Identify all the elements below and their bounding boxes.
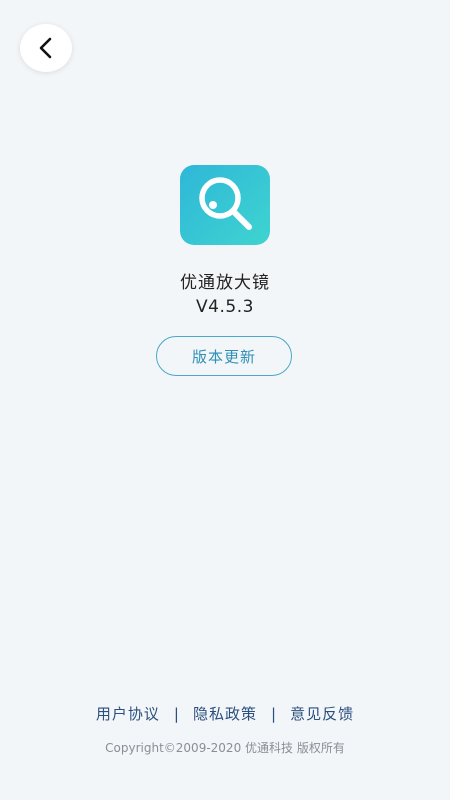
version-update-button[interactable]: 版本更新 xyxy=(156,336,292,376)
app-icon xyxy=(180,165,270,245)
privacy-policy-link[interactable]: 隐私政策 xyxy=(193,703,257,724)
app-version: V4.5.3 xyxy=(196,297,254,317)
magnifier-icon xyxy=(189,171,261,239)
footer-separator: | xyxy=(271,704,277,723)
footer-links: 用户协议 | 隐私政策 | 意见反馈 xyxy=(0,703,450,724)
back-button[interactable] xyxy=(20,24,72,72)
app-name: 优通放大镜 xyxy=(180,273,270,293)
footer-separator: | xyxy=(173,704,179,723)
chevron-left-icon xyxy=(38,37,54,59)
user-agreement-link[interactable]: 用户协议 xyxy=(96,703,160,724)
copyright-text: Copyright©2009-2020 优通科技 版权所有 xyxy=(105,741,345,755)
feedback-link[interactable]: 意见反馈 xyxy=(290,703,354,724)
